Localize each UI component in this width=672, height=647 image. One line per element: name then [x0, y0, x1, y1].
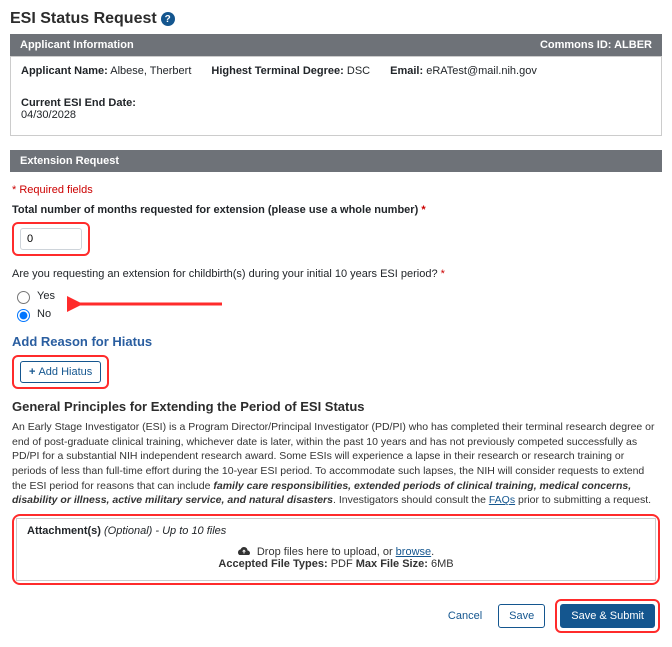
- cloud-upload-icon: [238, 545, 250, 558]
- applicant-name-value: Albese, Therbert: [110, 65, 191, 77]
- radio-yes-row: Yes: [12, 288, 660, 304]
- hiatus-section-title: Add Reason for Hiatus: [12, 334, 660, 349]
- faqs-link[interactable]: FAQs: [489, 494, 515, 506]
- commons-id-label: Commons ID:: [540, 39, 612, 51]
- attachments-head: Attachment(s) (Optional) - Up to 10 file…: [27, 525, 645, 537]
- maxsize-label: Max File Size:: [356, 558, 428, 570]
- childbirth-question-text: Are you requesting an extension for chil…: [12, 268, 438, 280]
- radio-yes[interactable]: [17, 291, 30, 304]
- radio-no-row: No: [12, 306, 660, 322]
- page-title-text: ESI Status Request: [10, 10, 157, 28]
- esi-end-date-value: 04/30/2028: [21, 109, 76, 121]
- page-title: ESI Status Request ?: [10, 10, 662, 28]
- months-input[interactable]: [20, 228, 82, 250]
- cancel-button[interactable]: Cancel: [442, 609, 488, 623]
- principles-body-2: . Investigators should consult the: [333, 494, 489, 506]
- applicant-info-title: Applicant Information: [20, 39, 134, 51]
- childbirth-question-row: Are you requesting an extension for chil…: [12, 268, 660, 280]
- attachments-limit: - Up to 10 files: [155, 525, 226, 537]
- commons-id-block: Commons ID: ALBER: [540, 39, 652, 51]
- applicant-info-header: Applicant Information Commons ID: ALBER: [10, 34, 662, 56]
- esi-end-date-label: Current ESI End Date:: [21, 97, 136, 109]
- plus-icon: +: [29, 366, 35, 378]
- drop-text: Drop files here to upload, or: [257, 546, 396, 558]
- commons-id-value: ALBER: [614, 39, 652, 51]
- highest-degree-label: Highest Terminal Degree:: [211, 65, 343, 77]
- browse-link[interactable]: browse: [396, 546, 431, 558]
- attachments-optional: (Optional): [104, 525, 152, 537]
- applicant-name-label: Applicant Name:: [21, 65, 108, 77]
- email-value: eRATest@mail.nih.gov: [426, 65, 537, 77]
- accepted-label: Accepted File Types:: [218, 558, 327, 570]
- radio-yes-label: Yes: [37, 290, 55, 302]
- applicant-name: Applicant Name: Albese, Therbert: [21, 65, 191, 77]
- highest-degree: Highest Terminal Degree: DSC: [211, 65, 370, 77]
- applicant-info-box: Applicant Name: Albese, Therbert Highest…: [10, 56, 662, 136]
- help-icon[interactable]: ?: [161, 12, 175, 26]
- accepted-value: PDF: [331, 558, 353, 570]
- attachments-label: Attachment(s): [27, 525, 101, 537]
- save-submit-highlight-annotation: Save & Submit: [555, 599, 660, 633]
- maxsize-value: 6MB: [431, 558, 454, 570]
- months-highlight-annotation: [12, 222, 90, 256]
- esi-end-date: Current ESI End Date: 04/30/2028: [21, 97, 136, 121]
- radio-no-label: No: [37, 308, 51, 320]
- drop-period: .: [431, 546, 434, 558]
- button-row: Cancel Save Save & Submit: [12, 599, 660, 633]
- months-label-text: Total number of months requested for ext…: [12, 204, 418, 216]
- attachments-highlight-annotation: Attachment(s) (Optional) - Up to 10 file…: [12, 514, 660, 585]
- email-label: Email:: [390, 65, 423, 77]
- principles-title: General Principles for Extending the Per…: [12, 399, 660, 414]
- save-button[interactable]: Save: [498, 604, 545, 628]
- required-note: * Required fields: [12, 184, 660, 196]
- drop-area[interactable]: Drop files here to upload, or browse. Ac…: [27, 545, 645, 570]
- required-asterisk: *: [441, 268, 445, 280]
- add-hiatus-button[interactable]: + Add Hiatus: [20, 361, 101, 383]
- email: Email: eRATest@mail.nih.gov: [390, 65, 537, 77]
- principles-body: An Early Stage Investigator (ESI) is a P…: [12, 420, 660, 508]
- required-asterisk: *: [421, 204, 425, 216]
- radio-no[interactable]: [17, 309, 30, 322]
- extension-request-header: Extension Request: [10, 150, 662, 172]
- childbirth-radio-group: Yes No: [12, 288, 660, 322]
- highest-degree-value: DSC: [347, 65, 370, 77]
- extension-request-body: * Required fields Total number of months…: [10, 172, 662, 637]
- add-hiatus-label: Add Hiatus: [38, 366, 92, 378]
- attachments-block: Attachment(s) (Optional) - Up to 10 file…: [16, 518, 656, 581]
- save-submit-button[interactable]: Save & Submit: [560, 604, 655, 628]
- months-label: Total number of months requested for ext…: [12, 204, 660, 216]
- add-hiatus-highlight-annotation: + Add Hiatus: [12, 355, 109, 389]
- accepted-row: Accepted File Types: PDF Max File Size: …: [27, 558, 645, 570]
- principles-body-3: prior to submitting a request.: [515, 494, 651, 506]
- extension-request-title: Extension Request: [20, 155, 119, 167]
